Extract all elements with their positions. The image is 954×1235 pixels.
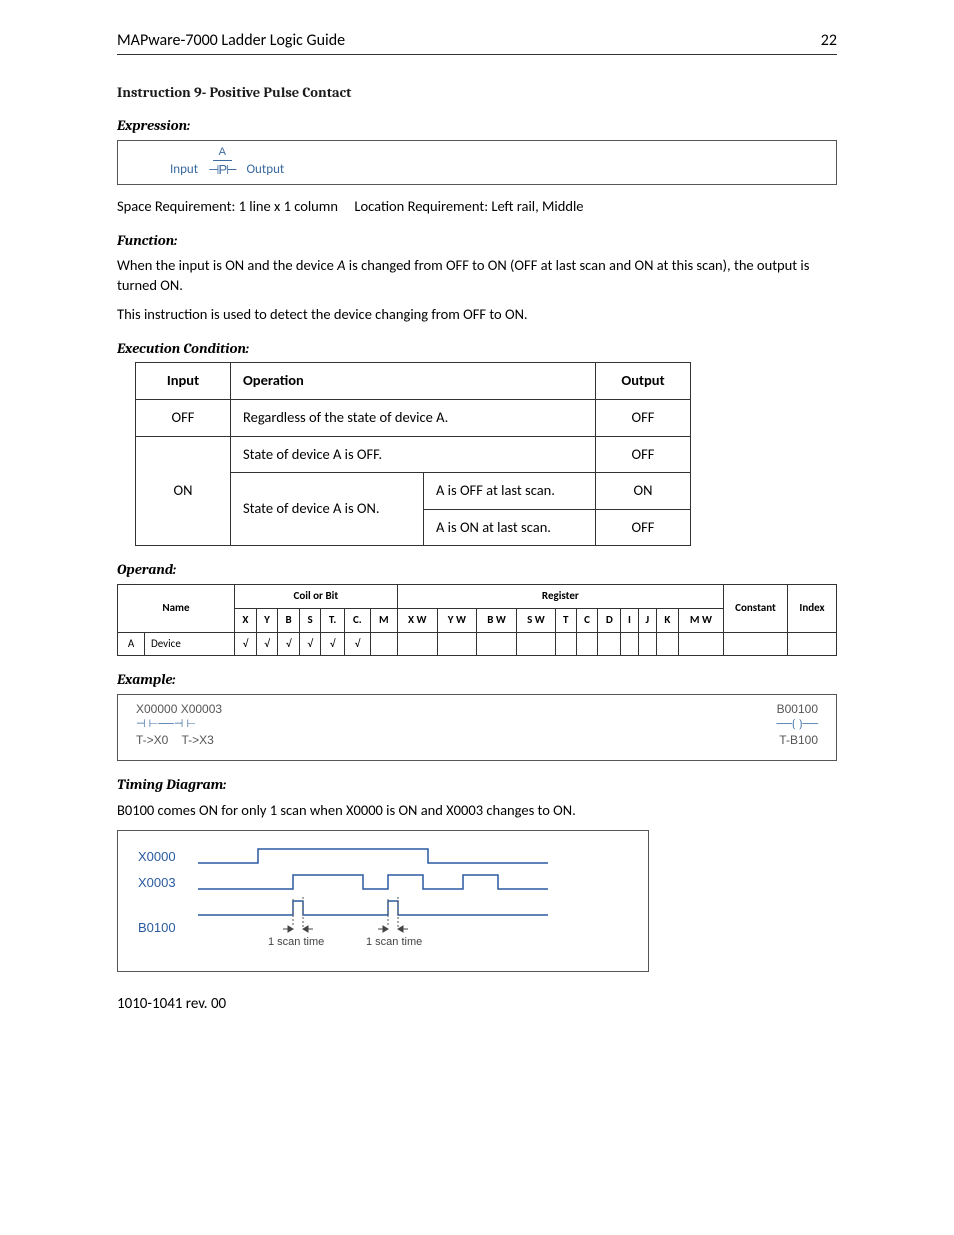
timing-desc: B0100 comes ON for only 1 scan when X000… [117, 801, 837, 821]
expr-symbol: ⊣P⊢ [208, 161, 236, 179]
table-row: Name Coil or Bit Register Constant Index [118, 584, 837, 608]
exec-table: Input Operation Output OFF Regardless of… [135, 362, 691, 546]
expr-output-label: Output [246, 161, 284, 179]
table-row: OFF Regardless of the state of device A.… [136, 400, 691, 437]
exec-h-input: Input [136, 363, 231, 400]
header-page: 22 [821, 30, 837, 52]
table-row: Input Operation Output [136, 363, 691, 400]
timing-signal-0: X0000 [138, 848, 198, 866]
function-label: Function: [117, 231, 837, 251]
waveform-0 [198, 845, 548, 867]
function-p1: When the input is ON and the device A is… [117, 256, 837, 295]
timing-signal-1: X0003 [138, 874, 198, 892]
example-right: B00100 ──⟮ ⟯── T-B100 [776, 701, 818, 748]
exec-h-out: Output [596, 363, 691, 400]
header-title: MAPware-7000 Ladder Logic Guide [117, 30, 345, 52]
exec-h-op: Operation [231, 363, 596, 400]
table-row: ON State of device A is OFF. OFF [136, 436, 691, 473]
scan-time-1: 1 scan time [268, 936, 324, 948]
space-location-req: Space Requirement: 1 line x 1 column Loc… [117, 197, 837, 217]
expression-box: Input A ⊣P⊢ Output [117, 140, 837, 185]
exec-label: Execution Condition: [117, 339, 837, 359]
example-label: Example: [117, 670, 837, 690]
example-left: X00000 X00003 ⊣ ⊢──⊣ ⊢ T->X0 T->X3 [136, 701, 222, 748]
expr-input-label: Input [170, 161, 198, 179]
footer-rev: 1010-1041 rev. 00 [117, 994, 837, 1014]
timing-diagram: X0000 X0003 B0100 1 scan time 1 scan tim… [117, 830, 649, 972]
operand-table: Name Coil or Bit Register Constant Index… [117, 584, 837, 657]
expression-label: Expression: [117, 116, 837, 136]
scan-time-2: 1 scan time [366, 936, 422, 948]
function-p2: This instruction is used to detect the d… [117, 305, 837, 325]
timing-label: Timing Diagram: [117, 775, 837, 795]
expr-a-label: A [213, 145, 232, 161]
table-row: A Device √ √ √ √ √ √ [118, 632, 837, 656]
waveform-1 [198, 871, 548, 893]
page-header: MAPware-7000 Ladder Logic Guide 22 [117, 30, 837, 55]
instruction-heading: Instruction 9- Positive Pulse Contact [117, 83, 837, 103]
operand-label: Operand: [117, 560, 837, 580]
waveform-2: 1 scan time 1 scan time [198, 897, 548, 957]
example-box: X00000 X00003 ⊣ ⊢──⊣ ⊢ T->X0 T->X3 B0010… [117, 694, 837, 761]
timing-signal-2: B0100 [138, 919, 198, 937]
